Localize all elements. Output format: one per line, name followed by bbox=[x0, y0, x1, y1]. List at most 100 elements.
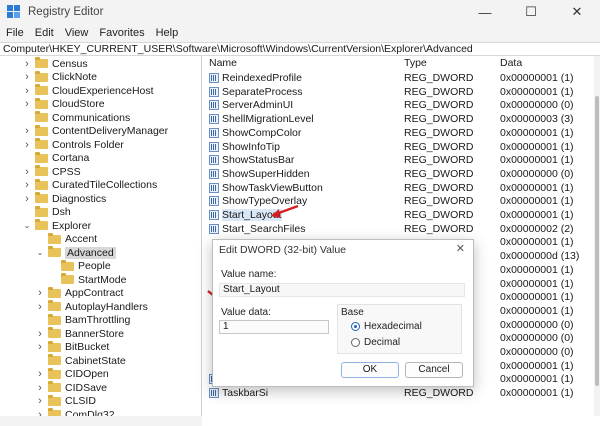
tree-item-autoplayhandlers[interactable]: › AutoplayHandlers bbox=[35, 300, 148, 314]
chevron-right-icon[interactable]: › bbox=[22, 179, 32, 191]
chevron-down-icon[interactable]: ⌄ bbox=[22, 221, 32, 230]
tree-item-people[interactable]: People bbox=[48, 259, 111, 274]
value-name: ReindexedProfile bbox=[222, 72, 302, 84]
cancel-button[interactable]: Cancel bbox=[405, 362, 463, 378]
value-row[interactable]: ShowTaskViewButton REG_DWORD 0x00000001 (1… bbox=[206, 181, 594, 195]
folder-icon bbox=[35, 151, 48, 163]
chevron-right-icon[interactable]: › bbox=[35, 287, 45, 299]
chevron-right-icon[interactable]: › bbox=[22, 98, 32, 110]
scrollbar-thumb[interactable] bbox=[595, 96, 599, 386]
tree-item-census[interactable]: › Census bbox=[22, 57, 88, 71]
dialog-close-icon[interactable]: ✕ bbox=[456, 242, 465, 255]
value-data-input[interactable]: 1 bbox=[219, 320, 329, 334]
decimal-label[interactable]: Decimal bbox=[364, 337, 400, 348]
chevron-right-icon[interactable]: › bbox=[35, 382, 45, 394]
address-bar[interactable]: Computer\HKEY_CURRENT_USER\Software\Micr… bbox=[0, 42, 600, 56]
value-row[interactable]: ShowTypeOverlay REG_DWORD 0x00000001 (1) bbox=[206, 194, 594, 208]
close-button[interactable]: ✕ bbox=[554, 0, 600, 24]
value-row[interactable]: ShowCompColor REG_DWORD 0x00000001 (1) bbox=[206, 126, 594, 140]
tree-item-clicknote[interactable]: › ClickNote bbox=[22, 70, 97, 85]
tree-item-advanced[interactable]: ⌄ Advanced bbox=[35, 246, 116, 260]
value-row[interactable]: ShellMigrationLevel REG_DWORD 0x00000003 (… bbox=[206, 112, 594, 126]
tree-item-cidopen[interactable]: › CIDOpen bbox=[35, 367, 109, 382]
tree-item-dsh[interactable]: Dsh bbox=[22, 205, 71, 220]
tree-item-bannerstore[interactable]: › BannerStore bbox=[35, 327, 124, 341]
dword-value-icon bbox=[209, 155, 219, 166]
maximize-button[interactable]: ☐ bbox=[508, 0, 554, 24]
tree-item-startmode[interactable]: StartMode bbox=[48, 273, 126, 287]
tree-item-appcontract[interactable]: › AppContract bbox=[35, 286, 123, 301]
value-row[interactable]: SeparateProcess REG_DWORD 0x00000001 (1) bbox=[206, 85, 594, 99]
menu-favorites[interactable]: Favorites bbox=[99, 27, 144, 39]
value-row[interactable]: ShowInfoTip REG_DWORD 0x00000001 (1) bbox=[206, 140, 594, 154]
chevron-right-icon[interactable]: › bbox=[35, 395, 45, 407]
list-vertical-scrollbar[interactable] bbox=[594, 56, 600, 416]
tree-item-accent[interactable]: Accent bbox=[35, 232, 97, 247]
tree-horizontal-scrollbar[interactable] bbox=[0, 416, 202, 426]
tree-item-clsid[interactable]: › CLSID bbox=[35, 394, 96, 409]
tree-item-cabinetstate[interactable]: CabinetState bbox=[35, 354, 126, 368]
value-data: 0x00000001 (1) bbox=[500, 373, 574, 386]
dword-value-icon bbox=[209, 141, 219, 152]
hexadecimal-label[interactable]: Hexadecimal bbox=[364, 321, 422, 332]
minimize-button[interactable]: — bbox=[462, 0, 508, 24]
tree-item-contentdeliverymanager[interactable]: › ContentDeliveryManager bbox=[22, 124, 168, 139]
menu-file[interactable]: File bbox=[6, 27, 24, 39]
value-type: REG_DWORD bbox=[404, 140, 474, 153]
value-row[interactable]: ShowStatusBar REG_DWORD 0x00000001 (1) bbox=[206, 153, 594, 167]
value-data: 0x00000001 (1) bbox=[500, 387, 574, 400]
chevron-right-icon[interactable]: › bbox=[22, 58, 32, 70]
ok-button[interactable]: OK bbox=[341, 362, 399, 378]
dword-value-icon bbox=[209, 223, 219, 234]
column-header-data[interactable]: Data bbox=[500, 57, 522, 69]
tree-item-cidsave[interactable]: › CIDSave bbox=[35, 381, 107, 395]
value-type: REG_DWORD bbox=[404, 181, 474, 194]
tree-item-communications[interactable]: Communications bbox=[22, 111, 130, 125]
tree-item-label: CabinetState bbox=[65, 354, 126, 367]
value-data: 0x00000000 (0) bbox=[500, 99, 574, 112]
value-row[interactable]: ServerAdminUI REG_DWORD 0x00000000 (0) bbox=[206, 98, 594, 112]
column-header-name[interactable]: Name bbox=[209, 57, 237, 69]
menu-edit[interactable]: Edit bbox=[35, 27, 54, 39]
chevron-right-icon[interactable]: › bbox=[35, 368, 45, 380]
chevron-right-icon[interactable]: › bbox=[22, 125, 32, 137]
tree-item-controls-folder[interactable]: › Controls Folder bbox=[22, 138, 124, 152]
chevron-right-icon[interactable]: › bbox=[35, 328, 45, 340]
column-header-type[interactable]: Type bbox=[404, 57, 427, 69]
value-row[interactable]: ReindexedProfile REG_DWORD 0x00000001 (1) bbox=[206, 71, 594, 85]
chevron-right-icon[interactable]: › bbox=[35, 301, 45, 313]
tree-item-cloudstore[interactable]: › CloudStore bbox=[22, 97, 105, 112]
tree-item-diagnostics[interactable]: › Diagnostics bbox=[22, 192, 106, 206]
folder-icon bbox=[35, 165, 48, 177]
chevron-right-icon[interactable]: › bbox=[22, 71, 32, 83]
chevron-right-icon[interactable]: › bbox=[35, 341, 45, 353]
tree-item-label: AutoplayHandlers bbox=[65, 300, 148, 313]
menu-help[interactable]: Help bbox=[156, 27, 179, 39]
chevron-right-icon[interactable]: › bbox=[22, 193, 32, 205]
value-row[interactable]: TaskbarSi REG_DWORD 0x00000001 (1) bbox=[206, 386, 594, 400]
decimal-radio[interactable] bbox=[351, 338, 360, 347]
tree-item-label: Advanced bbox=[65, 246, 116, 259]
chevron-right-icon[interactable]: › bbox=[22, 85, 32, 97]
value-row[interactable]: Start_Layout REG_DWORD 0x00000001 (1) bbox=[206, 208, 594, 222]
tree-item-bitbucket[interactable]: › BitBucket bbox=[35, 340, 109, 355]
dword-value-icon bbox=[209, 114, 219, 125]
value-row[interactable]: ShowSuperHidden REG_DWORD 0x00000000 (0) bbox=[206, 167, 594, 181]
value-row[interactable]: Start_SearchFiles REG_DWORD 0x00000002 (2) bbox=[206, 222, 594, 236]
value-data: 0x00000000 (0) bbox=[500, 346, 574, 358]
chevron-right-icon[interactable]: › bbox=[22, 139, 32, 151]
tree-item-cpss[interactable]: › CPSS bbox=[22, 165, 81, 179]
tree-item-cloudexperiencehost[interactable]: › CloudExperienceHost bbox=[22, 84, 154, 98]
tree-item-bamthrottling[interactable]: BamThrottling bbox=[35, 313, 130, 328]
chevron-right-icon[interactable]: › bbox=[22, 166, 32, 178]
registry-key-tree[interactable]: › Census › ClickNote › CloudExperienceHost › Cl… bbox=[0, 56, 202, 426]
hexadecimal-radio[interactable] bbox=[351, 322, 360, 331]
tree-item-explorer[interactable]: ⌄ Explorer bbox=[22, 219, 91, 233]
folder-icon bbox=[61, 259, 74, 271]
tree-item-label: BannerStore bbox=[65, 327, 124, 340]
tree-item-label: CloudExperienceHost bbox=[52, 84, 154, 97]
chevron-down-icon[interactable]: ⌄ bbox=[35, 248, 45, 257]
tree-item-curatedtilecollections[interactable]: › CuratedTileCollections bbox=[22, 178, 157, 193]
menu-view[interactable]: View bbox=[65, 27, 89, 39]
tree-item-cortana[interactable]: Cortana bbox=[22, 151, 89, 166]
